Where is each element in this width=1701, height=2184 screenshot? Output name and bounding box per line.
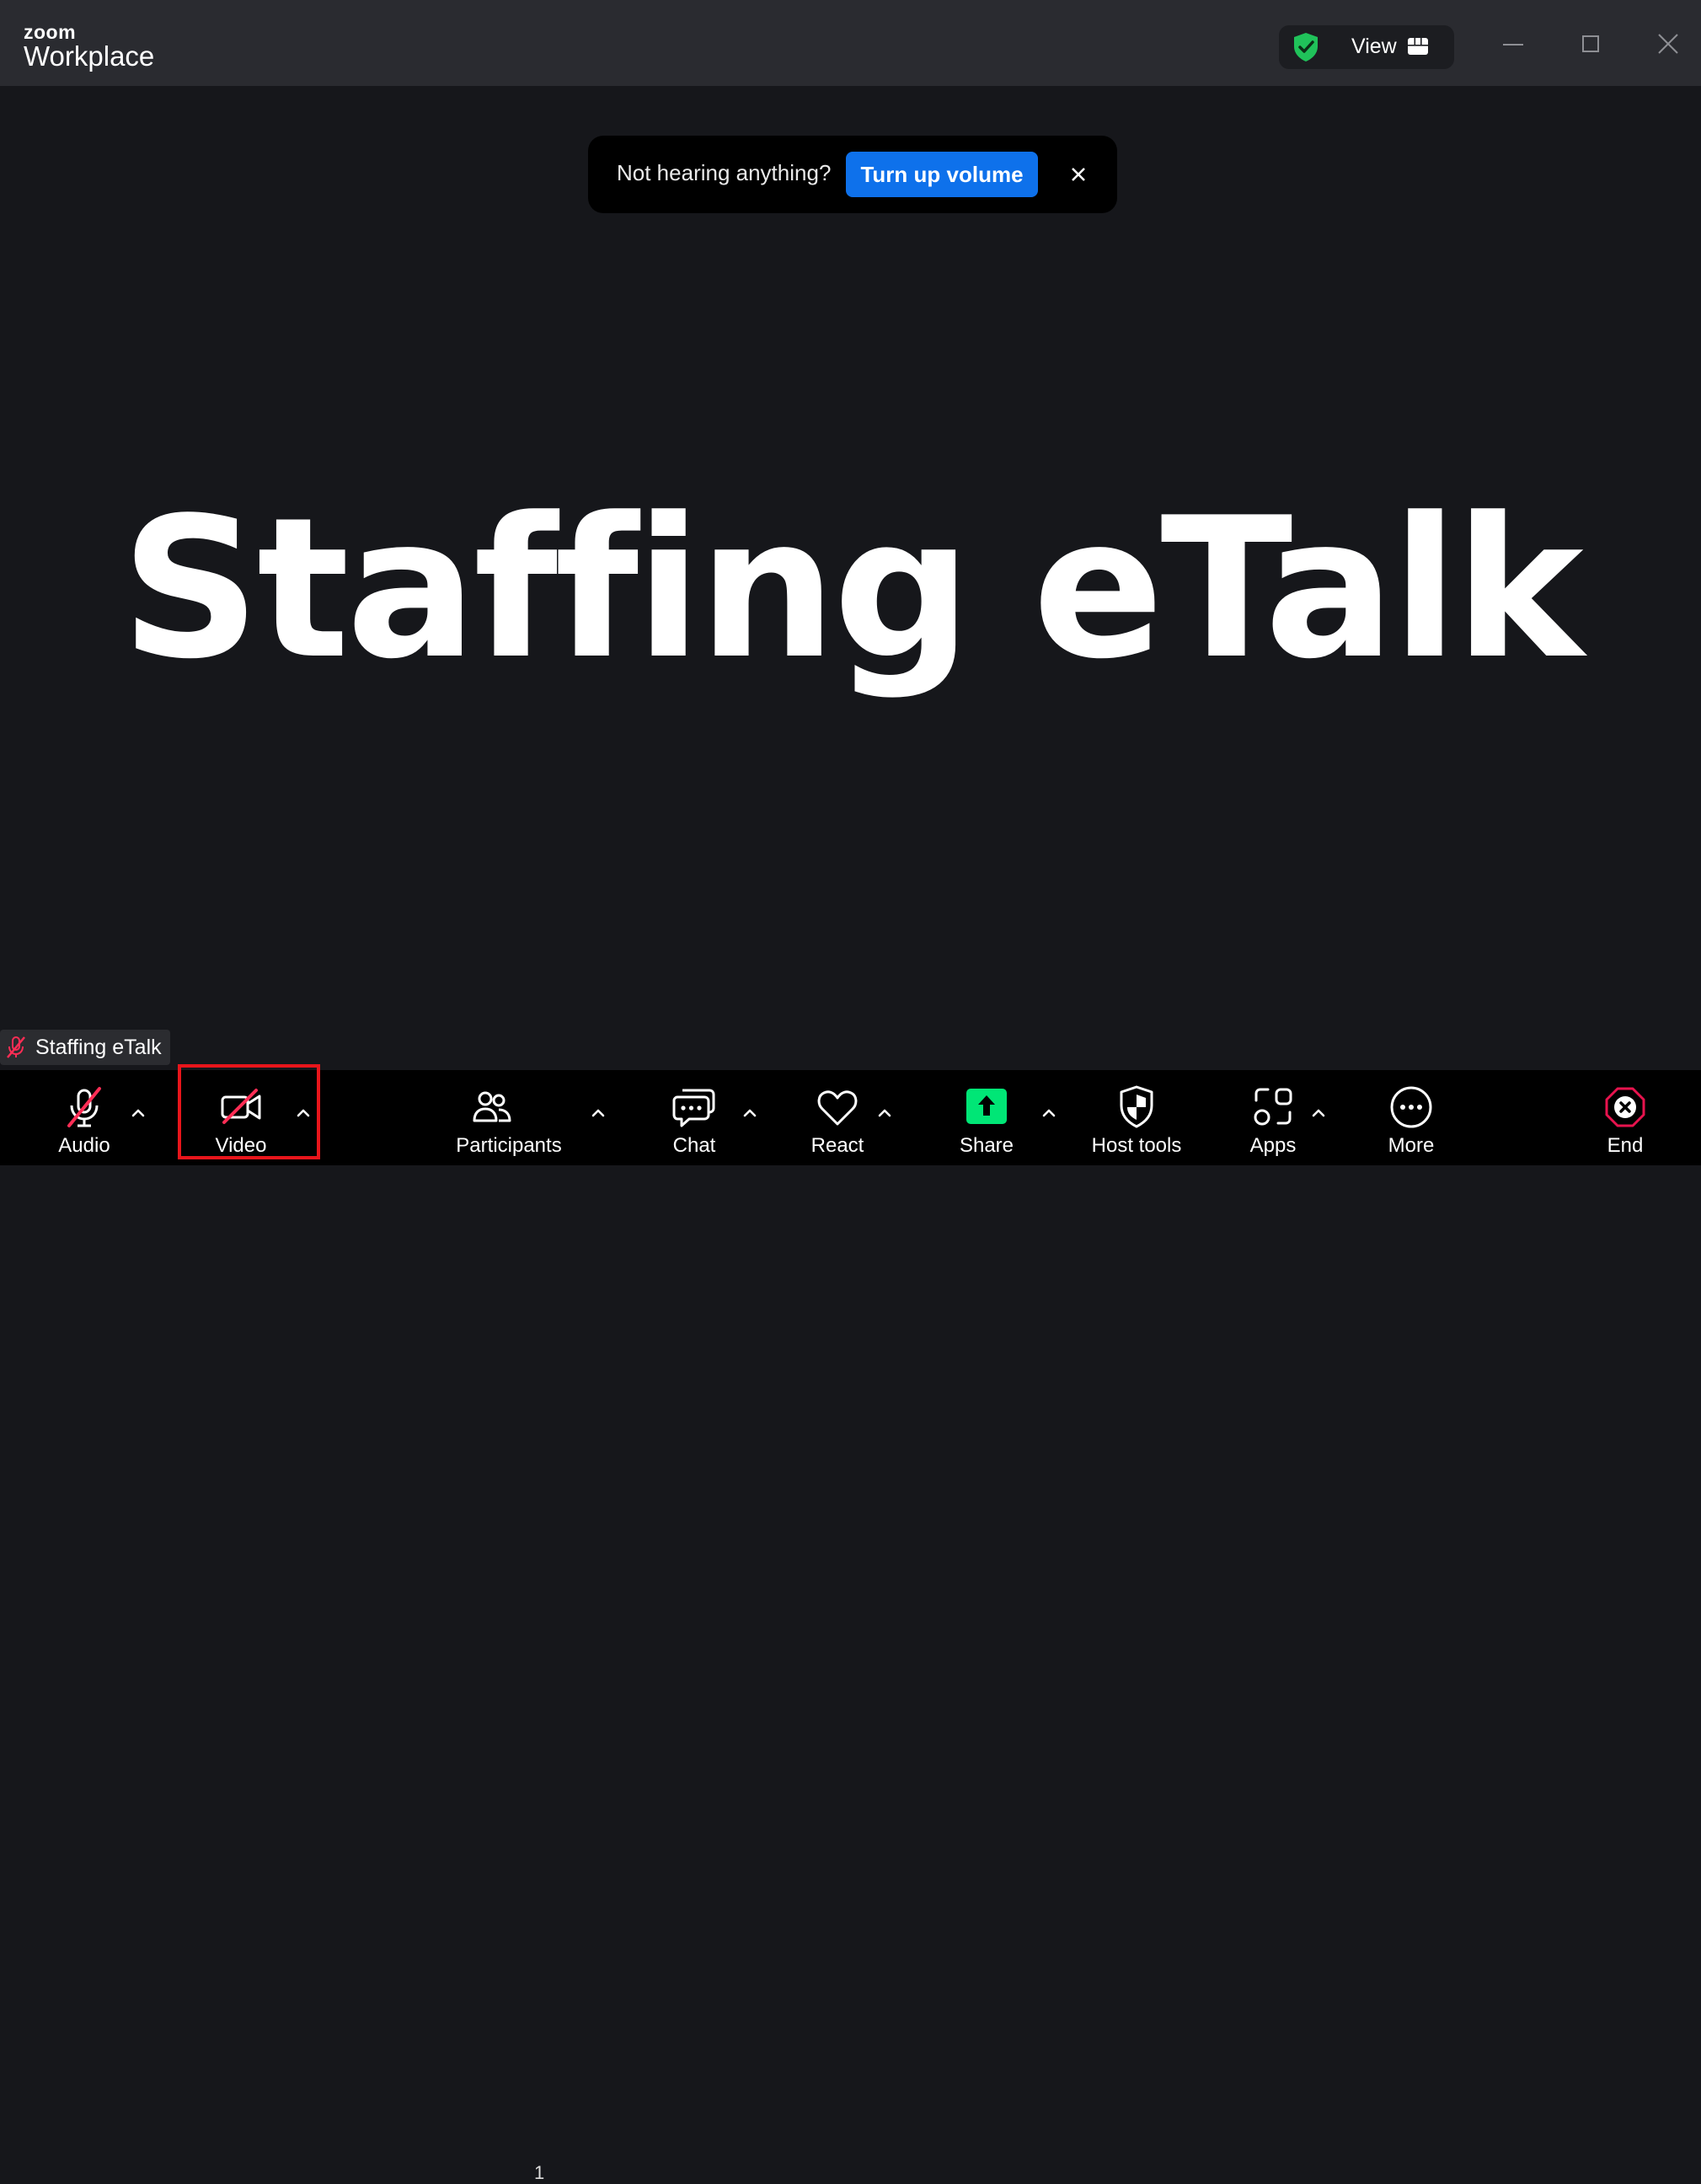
heart-icon bbox=[817, 1090, 858, 1126]
more-dots-icon bbox=[1390, 1086, 1432, 1128]
apps-label: Apps bbox=[1249, 1134, 1297, 1157]
share-label: Share bbox=[959, 1134, 1014, 1157]
close-window-icon[interactable] bbox=[1651, 27, 1685, 61]
toast-message: Not hearing anything? bbox=[617, 160, 832, 185]
end-label: End bbox=[1607, 1134, 1644, 1157]
audio-label: Audio bbox=[58, 1134, 110, 1157]
app-logo: zoom Workplace bbox=[24, 22, 154, 71]
maximize-icon[interactable] bbox=[1574, 27, 1607, 61]
participants-count: 1 bbox=[534, 2162, 545, 2183]
host-tools-button[interactable]: Host tools bbox=[1086, 1070, 1187, 1165]
apps-icon bbox=[1254, 1088, 1292, 1126]
muted-mic-icon bbox=[7, 1036, 25, 1058]
title-bar: zoom Workplace View bbox=[0, 0, 1701, 86]
security-shield-icon[interactable] bbox=[1289, 30, 1323, 64]
react-button[interactable]: React bbox=[804, 1070, 871, 1165]
video-options-chevron-up-icon[interactable] bbox=[294, 1104, 313, 1122]
view-button[interactable]: View bbox=[1279, 25, 1454, 69]
turn-up-volume-button[interactable]: Turn up volume bbox=[846, 152, 1038, 197]
meeting-toolbar: Audio Video Participants 1 Chat React Sh… bbox=[0, 1070, 1701, 2183]
audio-button[interactable]: Audio bbox=[51, 1070, 118, 1165]
share-options-chevron-up-icon[interactable] bbox=[1040, 1104, 1058, 1122]
audio-options-chevron-up-icon[interactable] bbox=[129, 1104, 147, 1122]
minimize-icon[interactable] bbox=[1496, 27, 1530, 61]
end-button[interactable]: End bbox=[1591, 1070, 1659, 1165]
apps-options-chevron-up-icon[interactable] bbox=[1309, 1104, 1328, 1122]
participants-label: Participants bbox=[456, 1134, 562, 1157]
logo-workplace-text: Workplace bbox=[24, 40, 155, 72]
participants-button[interactable]: Participants bbox=[450, 1070, 568, 1165]
close-icon[interactable] bbox=[1065, 161, 1092, 188]
video-button[interactable]: Video bbox=[207, 1070, 275, 1165]
react-label: React bbox=[810, 1134, 864, 1157]
camera-off-icon bbox=[221, 1089, 261, 1124]
share-button[interactable]: Share bbox=[953, 1070, 1020, 1165]
more-button[interactable]: More bbox=[1377, 1070, 1445, 1165]
participant-name-tag: Staffing eTalk bbox=[0, 1030, 170, 1065]
participants-icon bbox=[473, 1091, 511, 1122]
participants-options-chevron-up-icon[interactable] bbox=[589, 1104, 607, 1122]
logo-zoom-text: zoom bbox=[24, 21, 77, 43]
more-label: More bbox=[1388, 1134, 1435, 1157]
view-label: View bbox=[1351, 35, 1397, 58]
chat-label: Chat bbox=[672, 1134, 716, 1157]
chat-bubble-icon bbox=[672, 1089, 715, 1127]
chat-button[interactable]: Chat bbox=[661, 1070, 728, 1165]
video-label: Video bbox=[215, 1134, 267, 1157]
gallery-grid-icon bbox=[1408, 38, 1428, 55]
microphone-muted-icon bbox=[67, 1087, 101, 1127]
end-meeting-icon bbox=[1605, 1087, 1645, 1127]
audio-toast: Not hearing anything? Turn up volume bbox=[588, 136, 1117, 213]
host-shield-icon bbox=[1120, 1085, 1153, 1128]
host-tools-label: Host tools bbox=[1091, 1134, 1182, 1157]
participant-name: Staffing eTalk bbox=[35, 1035, 162, 1059]
apps-button[interactable]: Apps bbox=[1239, 1070, 1307, 1165]
share-screen-icon bbox=[966, 1089, 1007, 1124]
chat-options-chevron-up-icon[interactable] bbox=[741, 1104, 759, 1122]
shared-content-title: Staffing eTalk bbox=[120, 477, 1583, 702]
react-options-chevron-up-icon[interactable] bbox=[875, 1104, 894, 1122]
